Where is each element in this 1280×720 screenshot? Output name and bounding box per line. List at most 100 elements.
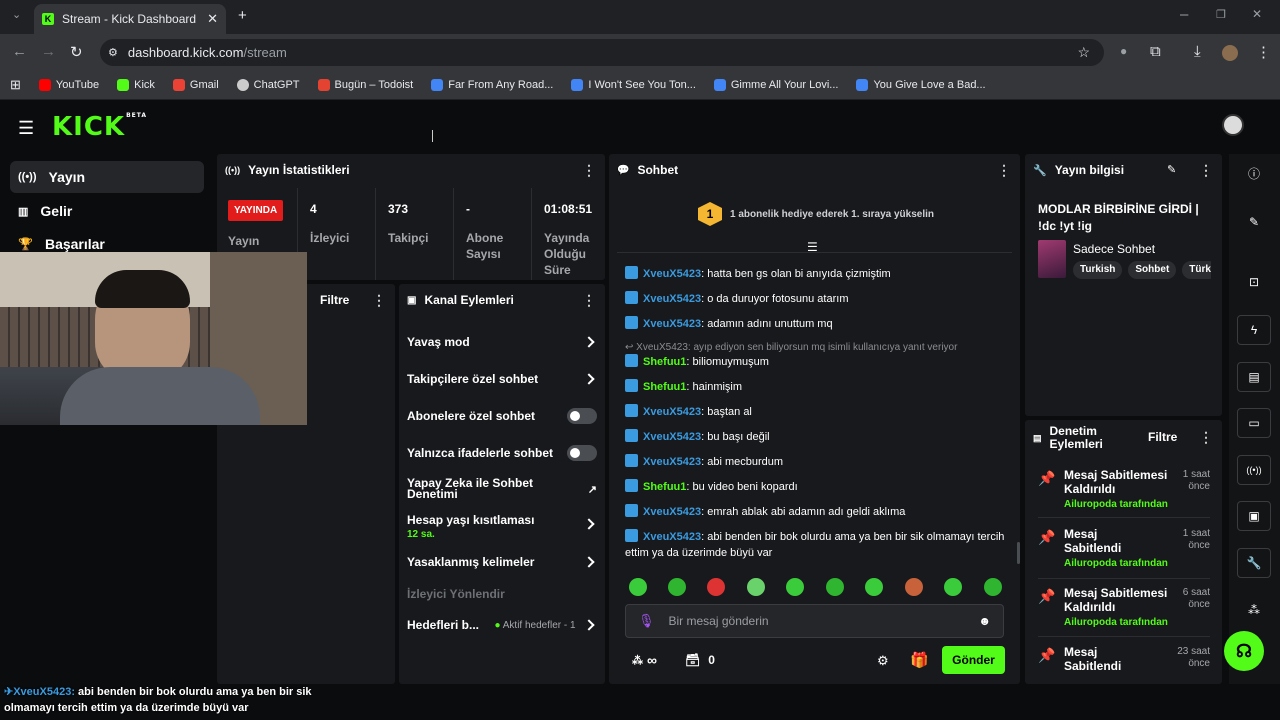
- bookmark-song-3[interactable]: Gimme All Your Lovi...: [713, 78, 838, 91]
- emote-icon[interactable]: [944, 578, 962, 596]
- chat-scrollbar[interactable]: [1017, 542, 1020, 564]
- emote-icon[interactable]: [984, 578, 1002, 596]
- info-circle-icon[interactable]: ⓘ: [1237, 160, 1271, 190]
- window-close-icon[interactable]: ✕: [1252, 7, 1262, 21]
- action-banned-words[interactable]: Yasaklanmış kelimeler: [407, 555, 597, 569]
- gift-sub-icon[interactable]: 🎁: [910, 651, 929, 669]
- chat-username[interactable]: XveuX5423: [643, 456, 701, 468]
- send-button[interactable]: Gönder: [942, 646, 1005, 674]
- user-avatar[interactable]: [1222, 114, 1244, 136]
- action-ai-moderation[interactable]: Yapay Zeka ile Sohbet Denetimi ↗: [407, 477, 597, 500]
- bookmark-chatgpt[interactable]: ChatGPT: [236, 78, 300, 91]
- action-goals[interactable]: Hedefleri b... ● Aktif hedefler - 1: [407, 618, 597, 632]
- chat-message[interactable]: XveuX5423: emrah ablak abi adamın adı ge…: [625, 504, 1015, 520]
- chat-username[interactable]: XveuX5423: [643, 406, 701, 418]
- mod-filter-button[interactable]: Filtre: [1148, 430, 1177, 444]
- emoji-icon[interactable]: ☻: [978, 614, 991, 628]
- edit-icon[interactable]: ✎: [1237, 208, 1271, 238]
- chat-message[interactable]: Shefuu1: hainmişim: [625, 379, 1015, 395]
- back-icon[interactable]: ←: [12, 43, 27, 60]
- tag[interactable]: Turkish: [1073, 261, 1123, 279]
- apps-grid-icon[interactable]: ⊞: [10, 77, 21, 93]
- lightning-icon[interactable]: ϟ: [1237, 315, 1271, 345]
- tag[interactable]: Türk: [1182, 261, 1211, 279]
- action-subscribers-only[interactable]: Abonelere özel sohbet: [407, 408, 597, 424]
- action-account-age[interactable]: Hesap yaşı kısıtlaması 12 sa.: [407, 513, 597, 540]
- action-followers-only[interactable]: Takipçilere özel sohbet: [407, 372, 597, 386]
- restore-icon[interactable]: ❐: [1216, 8, 1226, 21]
- hamburger-menu-icon[interactable]: ☰: [18, 118, 34, 139]
- bookmark-todoist[interactable]: Bugün – Todoist: [317, 78, 413, 91]
- close-tab-icon[interactable]: ✕: [207, 11, 218, 27]
- emote-icon[interactable]: [668, 578, 686, 596]
- chat-message[interactable]: XveuX5423: abi mecburdum: [625, 454, 1015, 470]
- bookmark-kick[interactable]: Kick: [117, 78, 155, 91]
- chat-username[interactable]: XveuX5423: [643, 506, 701, 518]
- bookmark-song-4[interactable]: You Give Love a Bad...: [856, 78, 986, 91]
- extension-icon[interactable]: ●: [1120, 44, 1127, 58]
- chat-username[interactable]: XveuX5423: [643, 268, 701, 280]
- info-menu-icon[interactable]: ⋮: [1199, 162, 1213, 179]
- screenshot-icon[interactable]: ⊡: [1237, 268, 1271, 298]
- tag[interactable]: Sohbet: [1128, 261, 1177, 279]
- chat-icon[interactable]: ▭: [1237, 408, 1271, 438]
- gift-counter[interactable]: 🗃 0: [685, 653, 715, 667]
- edit-pencil-icon[interactable]: ✎: [1167, 163, 1176, 176]
- category-thumbnail[interactable]: [1038, 240, 1066, 278]
- reload-icon[interactable]: ↻: [70, 43, 83, 61]
- chat-message[interactable]: XveuX5423: abi benden bir bok olurdu ama…: [625, 529, 1015, 561]
- video-icon[interactable]: ▣: [1237, 501, 1271, 531]
- category-name[interactable]: Sadece Sohbet: [1073, 242, 1155, 256]
- sidebar-item-yayin[interactable]: ((•)) Yayın: [10, 161, 204, 193]
- chat-username[interactable]: XveuX5423: [643, 531, 701, 543]
- bookmark-gmail[interactable]: Gmail: [172, 78, 219, 91]
- gift-promo-banner[interactable]: 1 1 abonelik hediye ederek 1. sıraya yük…: [698, 202, 934, 226]
- subscribers-only-toggle[interactable]: [567, 408, 597, 424]
- action-slow-mode[interactable]: Yavaş mod: [407, 335, 597, 349]
- notes-icon[interactable]: ▤: [1237, 362, 1271, 392]
- chat-message[interactable]: XveuX5423: bu başı değil: [625, 429, 1015, 445]
- chat-username[interactable]: XveuX5423: [643, 318, 701, 330]
- chat-message[interactable]: XveuX5423: hatta ben gs olan bi anıyıda …: [625, 266, 1015, 282]
- new-tab-icon[interactable]: +: [238, 7, 247, 24]
- emote-icon[interactable]: [747, 578, 765, 596]
- address-bar[interactable]: ⚙ dashboard.kick.com/stream ☆: [100, 39, 1104, 66]
- browser-tab[interactable]: K Stream - Kick Dashboard ✕: [34, 4, 226, 34]
- tools-icon[interactable]: 🔧: [1237, 548, 1271, 578]
- chat-input[interactable]: 🎙 Bir mesaj gönderin ☻: [625, 604, 1004, 638]
- chat-settings-icon[interactable]: ⚙: [877, 653, 889, 669]
- emote-icon[interactable]: [707, 578, 725, 596]
- chat-message[interactable]: XveuX5423: o da duruyor fotosunu atarım: [625, 291, 1015, 307]
- emote-icon[interactable]: [865, 578, 883, 596]
- chat-username[interactable]: XveuX5423: [643, 431, 701, 443]
- support-headset-button[interactable]: ☊: [1224, 631, 1264, 671]
- kick-logo[interactable]: KICKBETA: [52, 112, 147, 142]
- tab-search-icon[interactable]: ⌄: [12, 8, 21, 21]
- channel-points[interactable]: ⁂ ∞: [632, 652, 657, 668]
- bookmark-youtube[interactable]: YouTube: [38, 78, 99, 91]
- chat-username[interactable]: Shefuu1: [643, 381, 686, 393]
- actions-menu-icon[interactable]: ⋮: [582, 292, 596, 309]
- microphone-icon[interactable]: 🎙: [638, 613, 655, 629]
- bookmark-star-icon[interactable]: ☆: [1077, 44, 1090, 61]
- site-info-icon[interactable]: ⚙: [108, 46, 118, 59]
- chat-message[interactable]: XveuX5423: adamın adını unuttum mq: [625, 316, 1015, 332]
- bookmark-song-1[interactable]: Far From Any Road...: [431, 78, 553, 91]
- chat-message[interactable]: XveuX5423: baştan al: [625, 404, 1015, 420]
- profile-avatar[interactable]: [1222, 45, 1238, 61]
- chat-menu-icon[interactable]: ⋮: [997, 162, 1011, 179]
- chat-username[interactable]: Shefuu1: [643, 481, 686, 493]
- mod-menu-icon[interactable]: ⋮: [1199, 429, 1213, 446]
- minimize-icon[interactable]: –: [1180, 6, 1188, 23]
- forward-icon[interactable]: →: [41, 43, 56, 60]
- emote-icon[interactable]: [826, 578, 844, 596]
- stats-menu-icon[interactable]: ⋮: [582, 162, 596, 179]
- menu-icon[interactable]: ⋮: [1256, 43, 1271, 61]
- more-options-icon[interactable]: ⁂: [1237, 596, 1271, 626]
- action-emotes-only[interactable]: Yalnızca ifadelerle sohbet: [407, 445, 597, 461]
- events-filter-button[interactable]: Filtre: [320, 293, 349, 307]
- chat-message[interactable]: Shefuu1: biliomuymuşum: [625, 354, 1015, 370]
- chat-message[interactable]: Shefuu1: bu video beni kopardı: [625, 479, 1015, 495]
- emote-icon[interactable]: [786, 578, 804, 596]
- sidebar-item-gelir[interactable]: ▥ Gelir: [10, 196, 204, 226]
